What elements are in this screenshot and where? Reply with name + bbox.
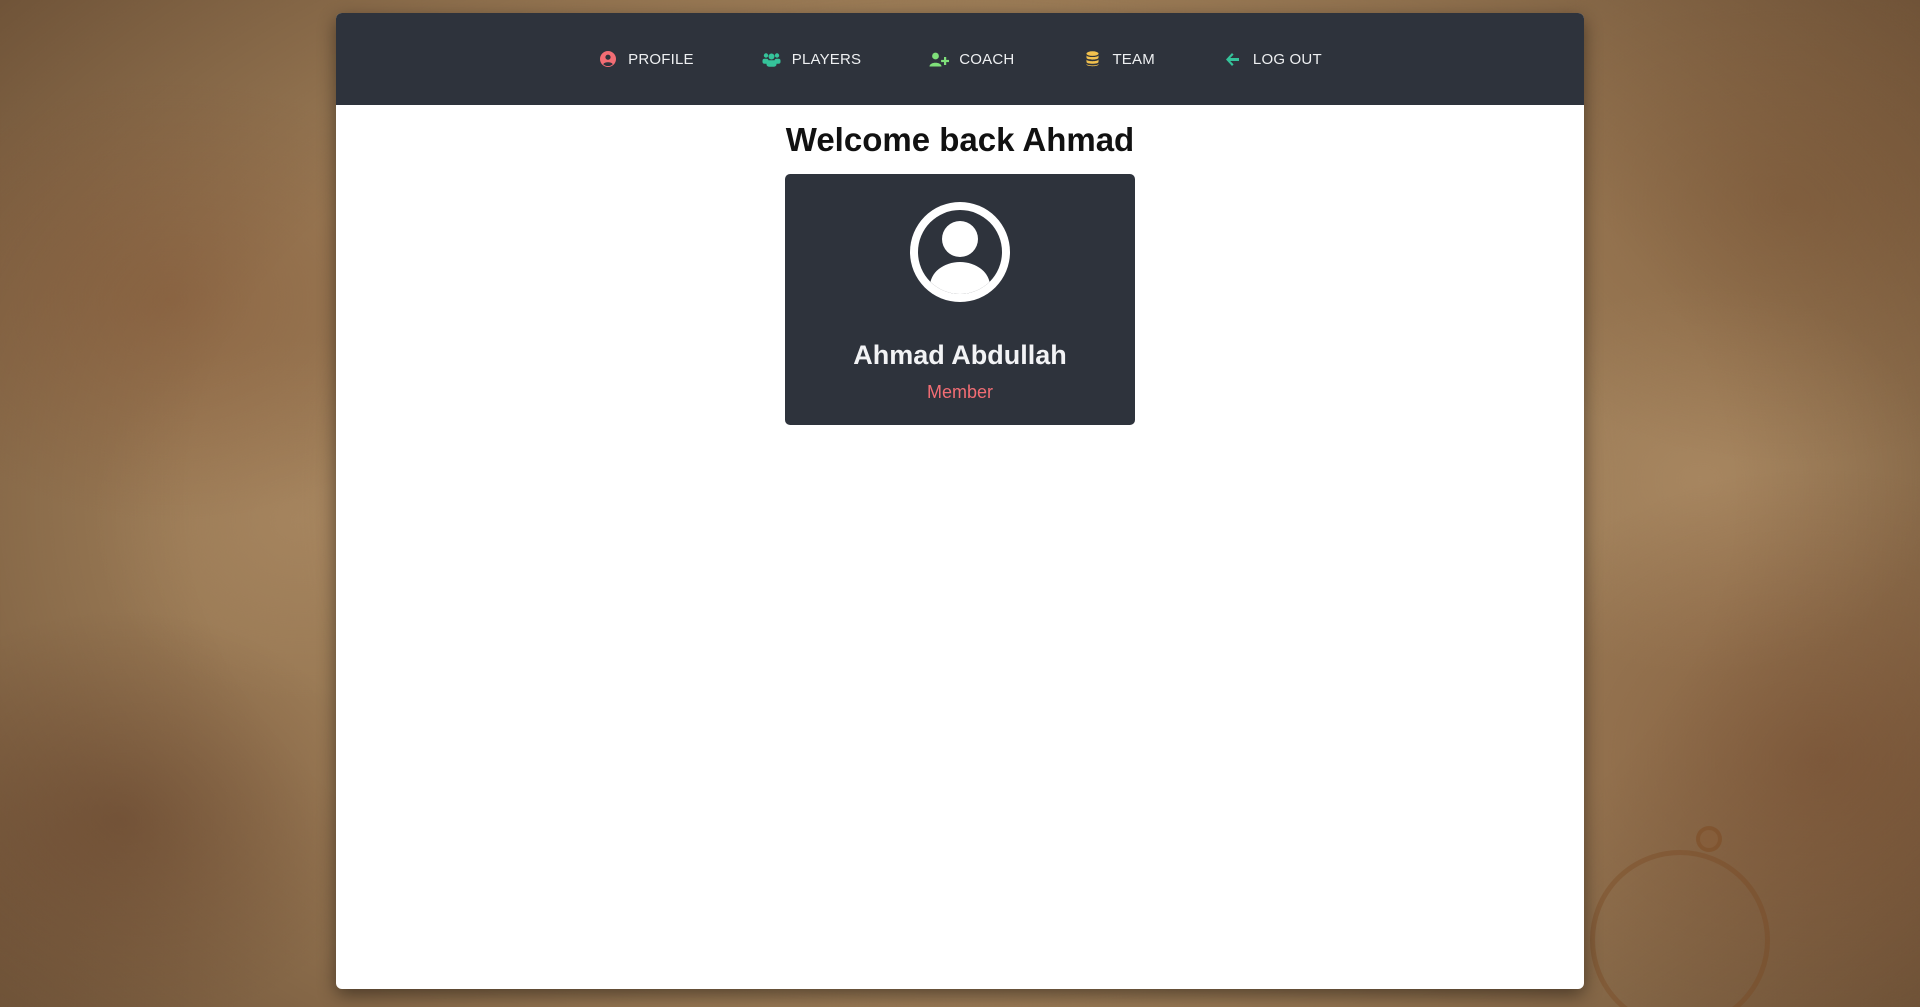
nav-item-players[interactable]: PLAYERS [762, 50, 862, 68]
nav-item-profile[interactable]: PROFILE [598, 50, 694, 68]
nav-label-team: TEAM [1112, 50, 1155, 68]
nav-item-coach[interactable]: COACH [929, 50, 1014, 68]
user-circle-icon [598, 50, 618, 68]
profile-role: Member [926, 382, 993, 402]
database-icon [1082, 50, 1102, 68]
nav-label-players: PLAYERS [791, 50, 862, 68]
user-avatar-icon [910, 202, 1010, 302]
app-window: PROFILE PLAYERS COACH TEAM LOG OUT Welco… [336, 13, 1584, 989]
profile-card: Ahmad Abdullah Member [785, 174, 1135, 425]
users-icon [762, 50, 782, 68]
nav-label-logout: LOG OUT [1252, 50, 1322, 68]
arrow-left-icon [1223, 50, 1243, 68]
background-stain [1590, 850, 1770, 1007]
nav-item-team[interactable]: TEAM [1082, 50, 1155, 68]
nav-label-profile: PROFILE [628, 50, 694, 68]
nav-item-logout[interactable]: LOG OUT [1223, 50, 1322, 68]
nav-label-coach: COACH [959, 50, 1015, 68]
profile-name: Ahmad Abdullah [853, 340, 1067, 370]
top-navbar: PROFILE PLAYERS COACH TEAM LOG OUT [336, 13, 1584, 105]
background-stain-dot [1696, 826, 1722, 852]
welcome-heading: Welcome back Ahmad [785, 121, 1135, 158]
main-content: Welcome back Ahmad Ahmad Abdullah Member [336, 105, 1584, 425]
user-plus-icon [929, 50, 950, 68]
